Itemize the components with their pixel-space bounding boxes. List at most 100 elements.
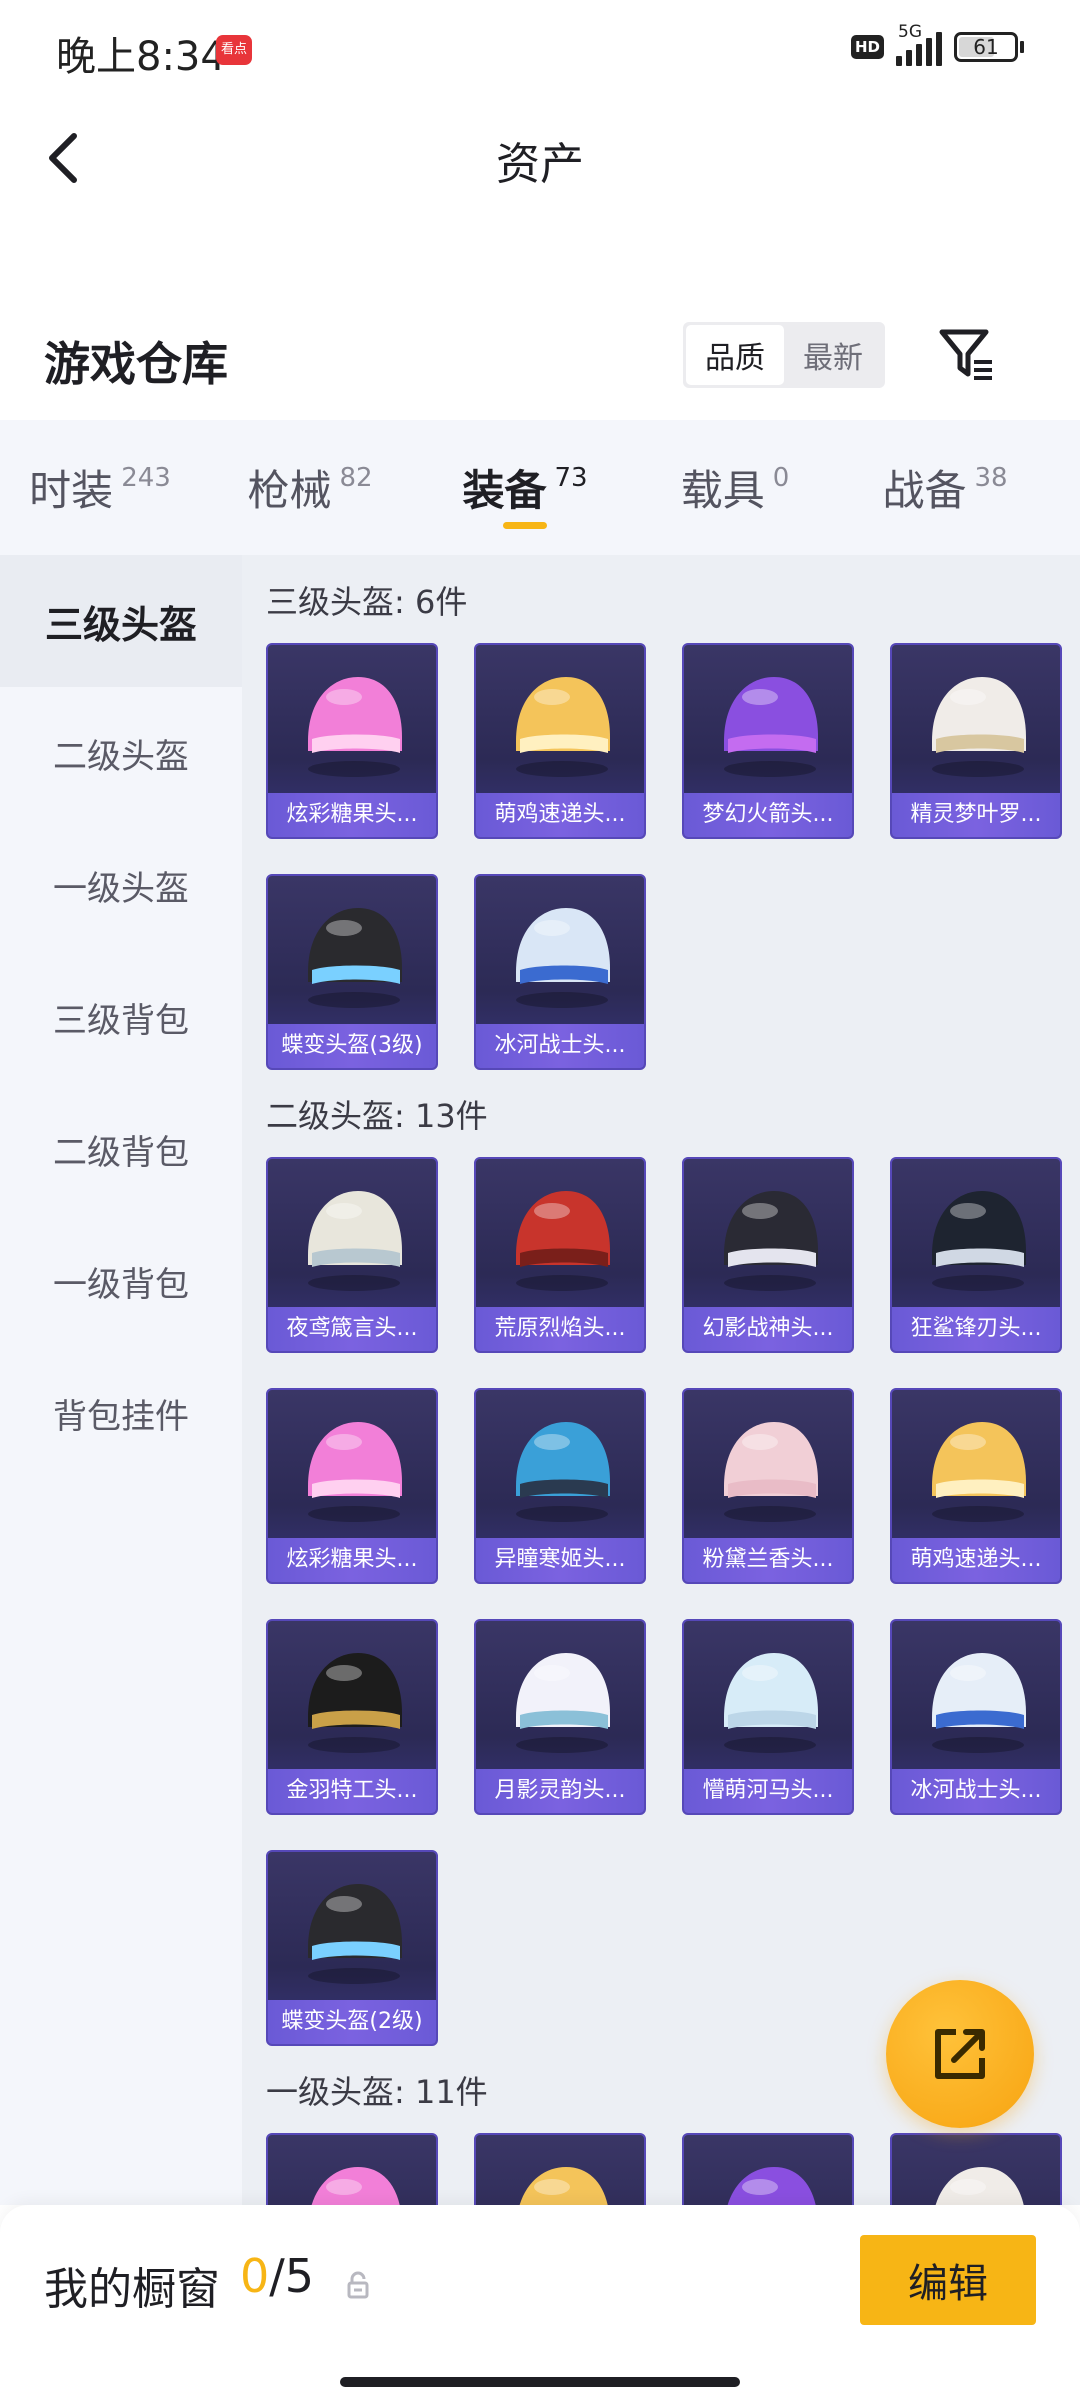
item-name: 荒原烈焰头... bbox=[476, 1307, 644, 1351]
helmet-icon bbox=[932, 1422, 1026, 1522]
tab-count: 73 bbox=[554, 462, 588, 493]
battery-icon: 61 bbox=[954, 32, 1024, 62]
item-name: 萌鸡速递头... bbox=[476, 793, 644, 837]
status-bar: 晚上8:34 看点 HD 5G 61 bbox=[0, 0, 1080, 100]
item-card[interactable]: 梦幻火箭头... bbox=[682, 643, 854, 839]
showcase-count: 0/5 bbox=[240, 2249, 314, 2303]
sidebar-item-backpack-charm[interactable]: 背包挂件 bbox=[0, 1347, 242, 1479]
tab-count: 243 bbox=[121, 462, 171, 493]
helmet-icon bbox=[932, 677, 1026, 777]
helmet-icon bbox=[724, 677, 818, 777]
helmet-icon bbox=[308, 1191, 402, 1291]
sidebar-item-level3-backpack[interactable]: 三级背包 bbox=[0, 951, 242, 1083]
helmet-icon bbox=[308, 1422, 402, 1522]
item-name: 异瞳寒姬头... bbox=[476, 1538, 644, 1582]
tab-label: 装备 bbox=[462, 466, 547, 515]
item-card[interactable] bbox=[474, 2133, 646, 2205]
helmet-icon bbox=[516, 908, 610, 1008]
share-button[interactable] bbox=[886, 1980, 1034, 2128]
showcase-current: 0 bbox=[240, 2249, 270, 2303]
tab-vehicles[interactable]: 载具 0 bbox=[630, 420, 840, 555]
battery-level: 61 bbox=[973, 35, 999, 59]
showcase-total: /5 bbox=[269, 2249, 315, 2303]
item-card[interactable] bbox=[890, 2133, 1062, 2205]
item-card[interactable]: 炫彩糖果头... bbox=[266, 1388, 438, 1584]
sidebar-item-level2-backpack[interactable]: 二级背包 bbox=[0, 1083, 242, 1215]
item-card[interactable]: 荒原烈焰头... bbox=[474, 1157, 646, 1353]
item-card[interactable]: 夜鸢箴言头... bbox=[266, 1157, 438, 1353]
item-name: 炫彩糖果头... bbox=[268, 1538, 436, 1582]
helmet-icon bbox=[935, 2167, 1024, 2205]
subcategory-sidebar: 三级头盔 二级头盔 一级头盔 三级背包 二级背包 一级背包 背包挂件 bbox=[0, 555, 242, 2205]
tab-count: 82 bbox=[339, 462, 373, 493]
item-card[interactable]: 金羽特工头... bbox=[266, 1619, 438, 1815]
item-card[interactable]: 蝶变头盔(2级) bbox=[266, 1850, 438, 2046]
edit-button[interactable]: 编辑 bbox=[860, 2235, 1036, 2325]
item-card[interactable]: 蝶变头盔(3级) bbox=[266, 874, 438, 1070]
tab-fashion[interactable]: 时装 243 bbox=[0, 420, 200, 555]
item-name: 狂鲨锋刃头... bbox=[892, 1307, 1060, 1351]
item-card[interactable]: 萌鸡速递头... bbox=[890, 1388, 1062, 1584]
item-name: 粉黛兰香头... bbox=[684, 1538, 852, 1582]
share-icon bbox=[935, 2029, 985, 2079]
item-card[interactable]: 狂鲨锋刃头... bbox=[890, 1157, 1062, 1353]
helmet-icon bbox=[516, 1191, 610, 1291]
helmet-icon bbox=[724, 1653, 818, 1753]
sidebar-item-level3-helmet[interactable]: 三级头盔 bbox=[0, 555, 242, 687]
item-card[interactable]: 懵萌河马头... bbox=[682, 1619, 854, 1815]
signal-icon: 5G bbox=[896, 22, 942, 66]
sort-quality-button[interactable]: 品质 bbox=[686, 325, 784, 385]
helmet-icon bbox=[932, 1191, 1026, 1291]
item-card[interactable]: 炫彩糖果头... bbox=[266, 643, 438, 839]
sidebar-item-level1-backpack[interactable]: 一级背包 bbox=[0, 1215, 242, 1347]
section-title: 三级头盔: 6件 bbox=[266, 583, 468, 621]
warehouse-title: 游戏仓库 bbox=[44, 337, 228, 391]
tab-count: 0 bbox=[772, 462, 790, 493]
app-badge-icon: 看点 bbox=[216, 35, 252, 65]
item-name: 萌鸡速递头... bbox=[892, 1538, 1060, 1582]
item-card[interactable]: 萌鸡速递头... bbox=[474, 643, 646, 839]
item-card[interactable]: 月影灵韵头... bbox=[474, 1619, 646, 1815]
item-name: 冰河战士头... bbox=[476, 1024, 644, 1068]
sort-newest-button[interactable]: 最新 bbox=[784, 325, 882, 385]
item-card[interactable]: 粉黛兰香头... bbox=[682, 1388, 854, 1584]
helmet-icon bbox=[724, 1191, 818, 1291]
tab-guns[interactable]: 枪械 82 bbox=[200, 420, 420, 555]
filter-button[interactable] bbox=[936, 322, 996, 386]
helmet-icon bbox=[516, 677, 610, 777]
sidebar-item-level1-helmet[interactable]: 一级头盔 bbox=[0, 819, 242, 951]
item-name: 夜鸢箴言头... bbox=[268, 1307, 436, 1351]
showcase-title: 我的橱窗 bbox=[44, 2264, 220, 2315]
item-card[interactable] bbox=[266, 2133, 438, 2205]
section-title: 一级头盔: 11件 bbox=[266, 2073, 488, 2111]
item-name: 精灵梦叶罗... bbox=[892, 793, 1060, 837]
item-name: 梦幻火箭头... bbox=[684, 793, 852, 837]
tab-count: 38 bbox=[974, 462, 1008, 493]
item-card[interactable]: 精灵梦叶罗... bbox=[890, 643, 1062, 839]
top-bar: 资产 bbox=[0, 110, 1080, 200]
helmet-icon bbox=[308, 1884, 402, 1984]
item-card[interactable]: 幻影战神头... bbox=[682, 1157, 854, 1353]
sidebar-item-level2-helmet[interactable]: 二级头盔 bbox=[0, 687, 242, 819]
helmet-icon bbox=[308, 908, 402, 1008]
sort-toggle: 品质 最新 bbox=[683, 322, 885, 388]
item-card[interactable] bbox=[682, 2133, 854, 2205]
item-card[interactable]: 冰河战士头... bbox=[890, 1619, 1062, 1815]
item-card[interactable]: 冰河战士头... bbox=[474, 874, 646, 1070]
tab-label: 枪械 bbox=[247, 466, 332, 515]
item-name: 冰河战士头... bbox=[892, 1769, 1060, 1813]
filter-icon bbox=[939, 329, 992, 380]
page-title: 资产 bbox=[496, 139, 584, 190]
helmet-icon bbox=[516, 1422, 610, 1522]
hd-icon: HD bbox=[850, 35, 884, 59]
home-indicator bbox=[340, 2377, 740, 2387]
lock-icon bbox=[347, 2271, 369, 2299]
showcase-bar: 我的橱窗 0/5 编辑 bbox=[0, 2205, 1080, 2400]
item-name: 月影灵韵头... bbox=[476, 1769, 644, 1813]
tab-supplies[interactable]: 战备 38 bbox=[840, 420, 1050, 555]
item-card[interactable]: 异瞳寒姬头... bbox=[474, 1388, 646, 1584]
helmet-icon bbox=[308, 1653, 402, 1753]
item-name: 懵萌河马头... bbox=[684, 1769, 852, 1813]
tab-equipment[interactable]: 装备 73 bbox=[420, 420, 630, 555]
item-name: 蝶变头盔(3级) bbox=[268, 1024, 436, 1068]
